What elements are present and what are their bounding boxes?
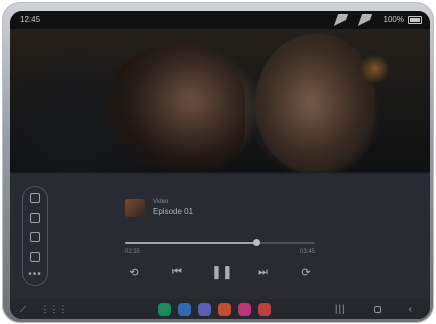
back-icon[interactable]: ‹ (409, 304, 412, 315)
video-frame-person-right (255, 34, 375, 174)
home-icon[interactable] (373, 305, 381, 313)
signal-icon (357, 14, 382, 26)
seek-bar[interactable] (125, 239, 315, 246)
seek-bar-handle[interactable] (253, 239, 261, 246)
recents-icon[interactable]: ||| (335, 304, 346, 315)
media-control-panel: ••• Video Episode 01 02:35 03:45 ⟲ ⏮ ❚❚ … (10, 174, 430, 319)
window-icon[interactable] (30, 193, 40, 203)
flower-app-icon[interactable] (238, 302, 251, 316)
dock-left-icons: ⟋ ⋮⋮⋮ (20, 304, 67, 315)
video-frame-light (360, 54, 390, 84)
video-frame-person-left (105, 44, 245, 174)
media-title: Episode 01 (153, 207, 194, 216)
status-time: 12:45 (20, 15, 41, 24)
more-icon[interactable]: ••• (28, 270, 42, 280)
battery-percent: 100% (383, 15, 404, 24)
time-total: 03:45 (300, 249, 316, 255)
store-app-icon[interactable] (218, 302, 231, 316)
screen: 12:45 100% ••• Video Episode 01 02:35 03… (10, 11, 430, 319)
seek-bar-fill (125, 242, 257, 244)
status-right: 100% (333, 11, 422, 29)
playback-controls: ⟲ ⏮ ❚❚ ⏭ ⟳ (125, 263, 315, 281)
bottom-dock: ⟋ ⋮⋮⋮ ||| ‹ (10, 299, 430, 319)
document-icon[interactable] (30, 212, 40, 223)
battery-icon (408, 16, 422, 24)
skip-next-icon[interactable]: ⏭ (254, 266, 272, 279)
apps-grid-icon[interactable]: ⋮⋮⋮ (40, 304, 67, 315)
navigation-bar: ||| ‹ (335, 304, 412, 315)
pin-icon[interactable]: ⟋ (20, 304, 26, 315)
time-elapsed: 02:35 (125, 249, 141, 255)
phone-app-icon[interactable] (158, 302, 171, 316)
screenshot-icon[interactable] (30, 232, 40, 242)
camera-app-icon[interactable] (258, 302, 271, 316)
device-frame: 12:45 100% ••• Video Episode 01 02:35 03… (2, 2, 434, 323)
status-bar: 12:45 100% (10, 11, 430, 29)
flex-mode-rail: ••• (22, 186, 48, 286)
dock-apps (158, 302, 271, 316)
rewind-10-icon[interactable]: ⟲ (125, 266, 143, 279)
media-thumbnail (125, 199, 145, 217)
video-player[interactable] (10, 29, 430, 174)
skip-previous-icon[interactable]: ⏮ (168, 266, 186, 279)
pause-icon[interactable]: ❚❚ (211, 264, 233, 280)
gallery-icon[interactable] (30, 251, 40, 262)
forward-10-icon[interactable]: ⟳ (297, 266, 315, 279)
media-type-label: Video (153, 199, 169, 205)
chat-app-icon[interactable] (198, 302, 211, 316)
messages-app-icon[interactable] (178, 302, 191, 316)
wifi-icon (333, 14, 358, 26)
